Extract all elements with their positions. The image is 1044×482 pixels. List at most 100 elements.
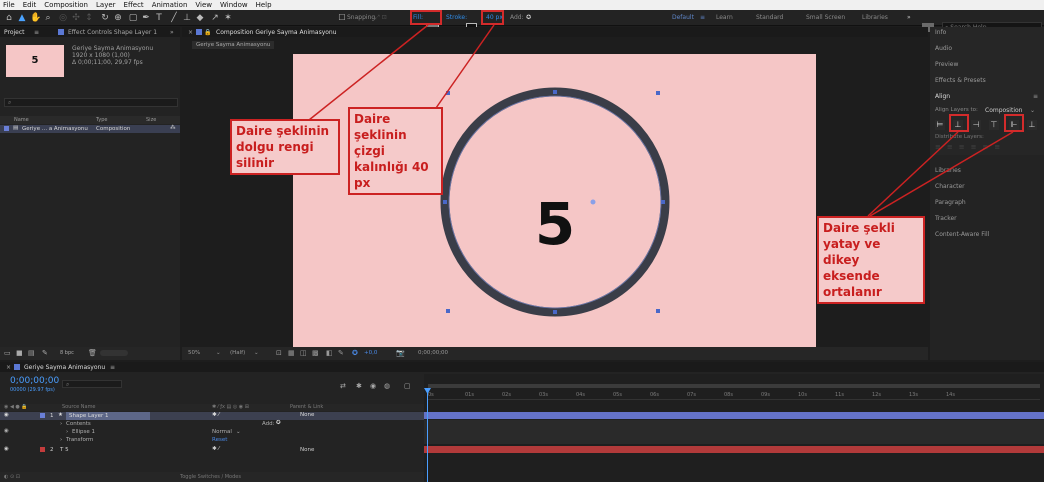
- chevron-down-icon[interactable]: ⌄: [236, 429, 241, 435]
- workspace-menu-icon[interactable]: ≡: [700, 14, 705, 21]
- close-icon[interactable]: ≡: [34, 29, 39, 36]
- snapshot-icon[interactable]: 📷: [396, 349, 405, 357]
- rotate-tool-icon[interactable]: ↻: [100, 13, 110, 23]
- parent-link-dropdown[interactable]: None: [300, 412, 314, 418]
- pen-tool-icon[interactable]: ✒: [141, 13, 151, 23]
- motion-blur-icon[interactable]: ◉: [370, 382, 376, 390]
- disclosure-icon[interactable]: ›: [66, 429, 68, 435]
- layer-row[interactable]: › Contents Add: ✪: [0, 420, 424, 428]
- tab-project[interactable]: Project: [4, 29, 25, 36]
- path-vertex-left[interactable]: [443, 200, 447, 204]
- transform-handle-tl[interactable]: [446, 91, 450, 95]
- pan-tool-icon[interactable]: ✣: [71, 13, 81, 23]
- puppet-tool-icon[interactable]: ✶: [223, 13, 233, 23]
- panel-info[interactable]: Info: [935, 29, 946, 36]
- anchor-tool-icon[interactable]: ⊕: [113, 13, 123, 23]
- anchor-point-icon[interactable]: [590, 199, 596, 205]
- path-vertex-top[interactable]: [553, 90, 557, 94]
- toggle-switches-modes[interactable]: Toggle Switches / Modes: [180, 474, 241, 480]
- workspace-overflow-icon[interactable]: »: [907, 14, 911, 21]
- clone-stamp-icon[interactable]: ⊥: [182, 13, 192, 23]
- layer-switches-icon[interactable]: ✱ ⁄: [212, 446, 219, 452]
- transform-handle-br[interactable]: [656, 309, 660, 313]
- add-property-icon[interactable]: ✪: [276, 420, 281, 426]
- new-folder-icon[interactable]: ■: [16, 349, 23, 357]
- align-to-dropdown[interactable]: Composition: [985, 107, 1022, 114]
- type-tool-icon[interactable]: T: [154, 13, 164, 23]
- comp-thumbnail[interactable]: 5: [6, 45, 64, 77]
- transform-handle-tr[interactable]: [656, 91, 660, 95]
- project-settings-icon[interactable]: ✎: [42, 349, 48, 357]
- reset-link[interactable]: Reset: [212, 437, 227, 443]
- add-shape-icon[interactable]: ✪: [526, 14, 531, 21]
- workspace-standard[interactable]: Standard: [756, 14, 783, 21]
- align-left-icon[interactable]: ⊨: [935, 120, 945, 130]
- channel-icon[interactable]: ◧: [326, 349, 333, 357]
- panel-preview[interactable]: Preview: [935, 61, 958, 68]
- col-size[interactable]: Size: [146, 117, 156, 123]
- panel-libraries[interactable]: Libraries: [935, 167, 961, 174]
- hand-tool-icon[interactable]: ✋: [30, 13, 41, 23]
- chevron-down-icon[interactable]: ⌄: [1030, 107, 1035, 114]
- menu-window[interactable]: Window: [220, 1, 248, 9]
- panel-audio[interactable]: Audio: [935, 45, 952, 52]
- col-type[interactable]: Type: [96, 117, 107, 123]
- path-vertex-right[interactable]: [661, 200, 665, 204]
- comp-canvas[interactable]: 5: [293, 54, 816, 348]
- workspace-learn[interactable]: Learn: [716, 14, 733, 21]
- workspace-libraries[interactable]: Libraries: [862, 14, 888, 21]
- snapping-checkbox-icon[interactable]: ☐: [337, 13, 347, 23]
- parent-link-dropdown[interactable]: None: [300, 447, 314, 453]
- zoom-dropdown[interactable]: 50%: [188, 350, 200, 356]
- timeline-timecode[interactable]: 0;00;00;00: [10, 376, 59, 386]
- panel-menu-icon[interactable]: ≡: [110, 364, 115, 371]
- snap-options-icon[interactable]: ⤢ ⊡: [375, 14, 387, 22]
- panel-effects-presets[interactable]: Effects & Presets: [935, 77, 986, 84]
- distribute-icons[interactable]: ≡≡≡≡≡≡: [935, 143, 1006, 151]
- color-management-icon[interactable]: ✎: [338, 349, 344, 357]
- selection-tool-icon[interactable]: ▲: [17, 13, 27, 23]
- menu-file[interactable]: File: [3, 1, 15, 9]
- layer-bar-text[interactable]: [424, 446, 1044, 453]
- panel-tracker[interactable]: Tracker: [935, 215, 957, 222]
- layer-row[interactable]: ◉ › Ellipse 1 Normal ⌄: [0, 428, 424, 436]
- transform-handle-bl[interactable]: [446, 309, 450, 313]
- workspace-default[interactable]: Default: [672, 14, 694, 21]
- menu-effect[interactable]: Effect: [124, 1, 144, 9]
- timeline-search-field[interactable]: ⌕: [62, 380, 122, 388]
- align-top-icon[interactable]: ⊤: [989, 120, 999, 130]
- layer-bar-shape[interactable]: [424, 412, 1044, 419]
- disclosure-icon[interactable]: ›: [60, 421, 62, 427]
- thumbnail-slider[interactable]: [100, 350, 128, 356]
- stroke-label[interactable]: Stroke:: [446, 14, 467, 21]
- align-bottom-icon[interactable]: ⊥: [1027, 120, 1037, 130]
- visibility-icon[interactable]: ◉: [4, 412, 9, 418]
- footer-toggle-icons[interactable]: ◐ ⊙ ⊡: [4, 474, 20, 480]
- visibility-icon[interactable]: ◉: [4, 428, 9, 434]
- graph-editor-icon[interactable]: ◍: [384, 382, 390, 390]
- roto-brush-icon[interactable]: ↗: [210, 13, 220, 23]
- work-area-bar[interactable]: [428, 384, 1040, 388]
- col-parent-link[interactable]: Parent & Link: [290, 404, 323, 410]
- menu-animation[interactable]: Animation: [152, 1, 188, 9]
- viewer-timecode[interactable]: 0;00;00;00: [418, 350, 448, 356]
- bit-depth-label[interactable]: 8 bpc: [60, 350, 74, 356]
- project-search-field[interactable]: ⌕: [4, 98, 178, 107]
- layer-row[interactable]: ◉ 2 T 5 ✱ ⁄ None: [0, 446, 424, 454]
- tab-composition[interactable]: Composition Geriye Sayma Animasyonu: [216, 29, 337, 36]
- chevron-down-icon[interactable]: ⌄: [254, 350, 259, 356]
- panel-paragraph[interactable]: Paragraph: [935, 199, 966, 206]
- panel-character[interactable]: Character: [935, 183, 965, 190]
- countdown-text-layer[interactable]: 5: [525, 192, 585, 256]
- layer-name[interactable]: T 5: [60, 447, 69, 453]
- disclosure-icon[interactable]: ›: [60, 437, 62, 443]
- layer-row[interactable]: › Transform Reset: [0, 436, 424, 444]
- panel-overflow-icon[interactable]: »: [170, 29, 174, 36]
- comp-breadcrumb-tab[interactable]: Geriye Sayma Animasyonu: [192, 41, 275, 49]
- dolly-tool-icon[interactable]: ↕: [84, 13, 94, 23]
- playhead[interactable]: [427, 388, 428, 482]
- panel-align[interactable]: Align: [935, 93, 950, 100]
- panel-content-aware-fill[interactable]: Content-Aware Fill: [935, 231, 989, 238]
- chevron-down-icon[interactable]: ⌄: [216, 350, 221, 356]
- align-right-icon[interactable]: ⊣: [971, 120, 981, 130]
